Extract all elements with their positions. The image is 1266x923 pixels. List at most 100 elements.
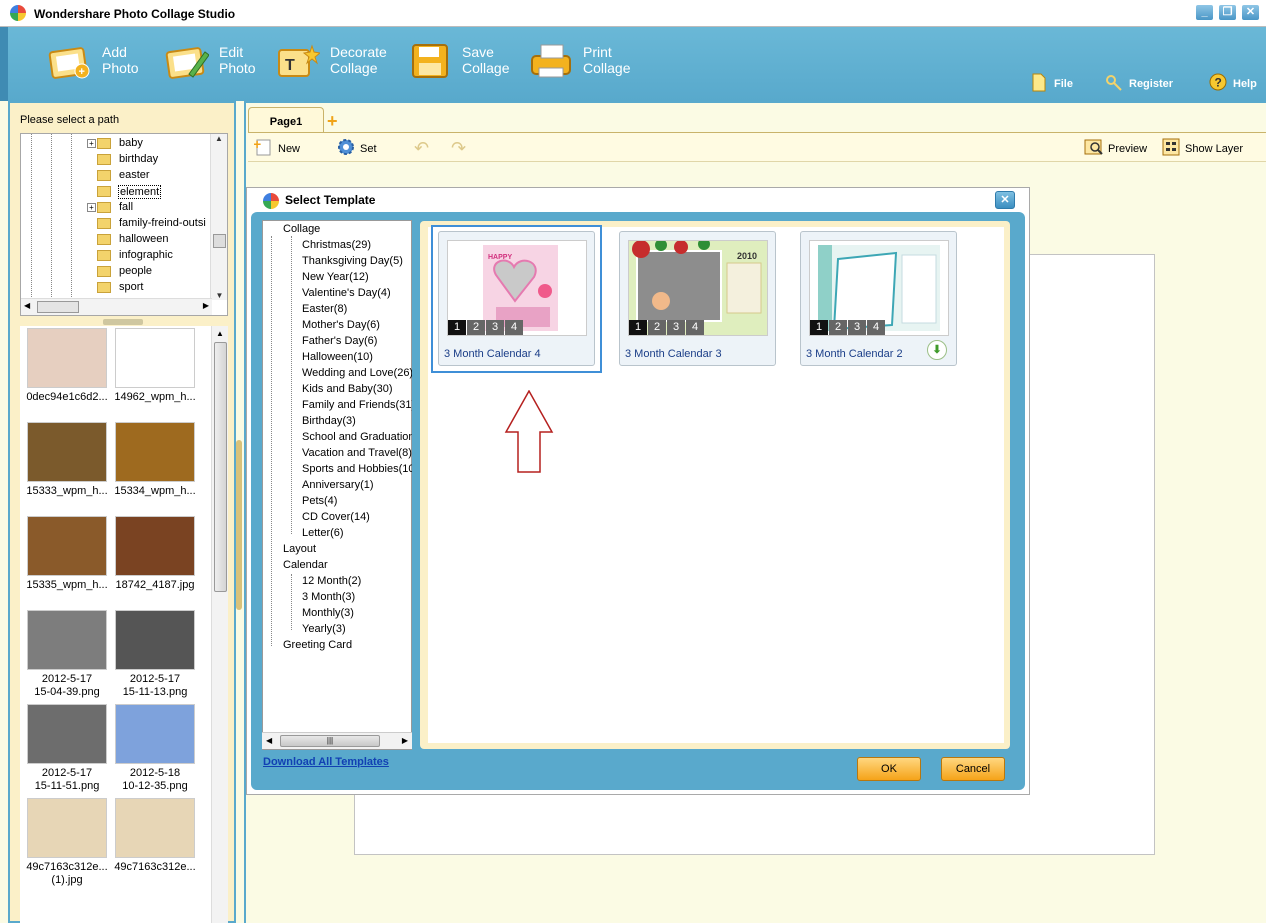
page-number[interactable]: 2 <box>829 320 847 335</box>
tree-subcategory[interactable]: Pets(4) <box>302 495 337 507</box>
photo-thumbnail[interactable]: 2012-5-17 15-04-39.png <box>24 610 110 699</box>
tree-subcategory[interactable]: Halloween(10) <box>302 351 373 363</box>
tree-subcategory[interactable]: CD Cover(14) <box>302 511 370 523</box>
ok-button[interactable]: OK <box>857 757 921 781</box>
edit-photo-button[interactable]: Edit Photo <box>165 40 275 82</box>
photo-thumbnail[interactable]: 2012-5-17 15-11-13.png <box>112 610 198 699</box>
photo-thumbnail[interactable]: 14962_wpm_h... <box>112 328 198 404</box>
folder-item[interactable]: element <box>87 184 227 200</box>
scroll-left-icon[interactable]: ◀ <box>266 736 272 745</box>
page-number[interactable]: 2 <box>648 320 666 335</box>
tree-subcategory[interactable]: Family and Friends(31) <box>302 399 412 411</box>
register-menu[interactable]: Register <box>1106 75 1173 91</box>
tree-category[interactable]: +Greeting Card <box>283 639 352 651</box>
tree-subcategory[interactable]: Kids and Baby(30) <box>302 383 393 395</box>
photo-thumbnail[interactable]: 15335_wpm_h... <box>24 516 110 592</box>
tree-subcategory[interactable]: Letter(6) <box>302 527 344 539</box>
folder-tree-vscroll[interactable]: ▲ ▼ <box>210 134 227 300</box>
photo-thumbnail[interactable]: 0dec94e1c6d2... <box>24 328 110 404</box>
undo-icon[interactable]: ↶ <box>414 138 429 159</box>
page-number[interactable]: 3 <box>667 320 685 335</box>
help-menu[interactable]: ? Help <box>1209 73 1257 91</box>
folder-item[interactable]: sport <box>87 280 227 296</box>
download-icon[interactable]: ⬇ <box>927 340 947 360</box>
folder-item[interactable]: people <box>87 264 227 280</box>
print-collage-button[interactable]: Print Collage <box>529 40 649 82</box>
folder-item[interactable]: + fall <box>87 200 227 216</box>
expand-icon[interactable]: + <box>87 139 96 148</box>
photo-thumbnail[interactable]: 2012-5-18 10-12-35.png <box>112 704 198 793</box>
tab-page1[interactable]: Page1 <box>248 107 324 132</box>
tree-subcategory[interactable]: Father's Day(6) <box>302 335 377 347</box>
tree-subcategory[interactable]: Vacation and Travel(8) <box>302 447 412 459</box>
page-number[interactable]: 1 <box>629 320 647 335</box>
add-page-button[interactable]: + <box>327 111 338 132</box>
template-tree-hscroll[interactable]: ◀ ||| ▶ <box>262 732 412 749</box>
expand-icon[interactable]: + <box>87 203 96 212</box>
close-window-button[interactable]: ✕ <box>1241 4 1260 21</box>
maximize-button[interactable]: ❐ <box>1218 4 1237 21</box>
scroll-up-icon[interactable]: ▲ <box>211 134 227 143</box>
tree-subcategory[interactable]: 3 Month(3) <box>302 591 355 603</box>
tree-subcategory[interactable]: Wedding and Love(26) <box>302 367 412 379</box>
page-number[interactable]: 1 <box>810 320 828 335</box>
folder-item[interactable]: + baby <box>87 136 227 152</box>
template-card-3-month-calendar-2[interactable]: 1234 3 Month Calendar 2 ⬇ <box>800 231 957 366</box>
redo-icon[interactable]: ↷ <box>451 138 466 159</box>
page-number[interactable]: 3 <box>848 320 866 335</box>
page-number[interactable]: 4 <box>867 320 885 335</box>
tree-subcategory[interactable]: Monthly(3) <box>302 607 354 619</box>
preview-button[interactable]: Preview <box>1084 139 1147 155</box>
tree-subcategory[interactable]: New Year(12) <box>302 271 369 283</box>
folder-item[interactable]: halloween <box>87 232 227 248</box>
scroll-right-icon[interactable]: ▶ <box>203 301 209 310</box>
tree-subcategory[interactable]: Easter(8) <box>302 303 347 315</box>
folder-item[interactable]: infographic <box>87 248 227 264</box>
scroll-left-icon[interactable]: ◀ <box>24 301 30 310</box>
template-card-3-month-calendar-3[interactable]: 2010 1234 3 Month Calendar 3 <box>619 231 776 366</box>
hscroll-thumb[interactable] <box>37 301 79 313</box>
show-layer-button[interactable]: Show Layer <box>1162 138 1243 156</box>
folder-item[interactable]: easter <box>87 168 227 184</box>
tree-subcategory[interactable]: Birthday(3) <box>302 415 356 427</box>
thumbnail-vscroll[interactable]: ▲ <box>211 326 228 923</box>
tree-subcategory[interactable]: School and Graduation <box>302 431 412 443</box>
folder-tree[interactable]: + baby birthday easter element + fall family-fr… <box>20 133 228 316</box>
scroll-right-icon[interactable]: ▶ <box>402 736 408 745</box>
folder-item[interactable]: birthday <box>87 152 227 168</box>
splitter-handle[interactable] <box>103 319 143 325</box>
new-button[interactable]: + New <box>254 138 300 156</box>
tree-category[interactable]: +Layout <box>283 543 316 555</box>
decorate-collage-button[interactable]: T Decorate Collage <box>276 40 396 82</box>
add-photo-button[interactable]: + Add Photo <box>48 40 158 82</box>
folder-tree-hscroll[interactable]: ◀ ▶ <box>21 298 212 315</box>
scroll-down-icon[interactable]: ▼ <box>211 291 227 300</box>
tree-subcategory[interactable]: Anniversary(1) <box>302 479 374 491</box>
tree-subcategory[interactable]: Valentine's Day(4) <box>302 287 391 299</box>
tree-subcategory[interactable]: Mother's Day(6) <box>302 319 380 331</box>
hscroll-thumb[interactable]: ||| <box>280 735 380 747</box>
scroll-up-icon[interactable]: ▲ <box>212 329 228 338</box>
photo-thumbnail[interactable]: 18742_4187.jpg <box>112 516 198 592</box>
tree-subcategory[interactable]: Christmas(29) <box>302 239 371 251</box>
tree-subcategory[interactable]: Sports and Hobbies(10 <box>302 463 412 475</box>
photo-thumbnail[interactable]: 15334_wpm_h... <box>112 422 198 498</box>
save-collage-button[interactable]: Save Collage <box>408 40 518 82</box>
cancel-button[interactable]: Cancel <box>941 757 1005 781</box>
tree-category[interactable]: −Collage <box>283 223 320 235</box>
tree-subcategory[interactable]: Thanksgiving Day(5) <box>302 255 403 267</box>
folder-item[interactable]: family-freind-outsi <box>87 216 227 232</box>
tree-category[interactable]: −Calendar <box>283 559 328 571</box>
set-button[interactable]: Set <box>338 139 377 155</box>
file-menu[interactable]: File <box>1032 73 1073 92</box>
page-number[interactable]: 4 <box>686 320 704 335</box>
photo-thumbnail[interactable]: 49c7163c312e... <box>112 798 198 874</box>
scroll-thumb[interactable] <box>214 342 227 592</box>
tree-subcategory[interactable]: Yearly(3) <box>302 623 346 635</box>
minimize-button[interactable]: _ <box>1195 4 1214 21</box>
scroll-thumb[interactable] <box>213 234 226 248</box>
tree-subcategory[interactable]: 12 Month(2) <box>302 575 361 587</box>
panel-splitter[interactable] <box>236 440 242 610</box>
photo-thumbnail[interactable]: 49c7163c312e... (1).jpg <box>24 798 110 887</box>
dialog-close-button[interactable]: ✕ <box>995 191 1015 209</box>
